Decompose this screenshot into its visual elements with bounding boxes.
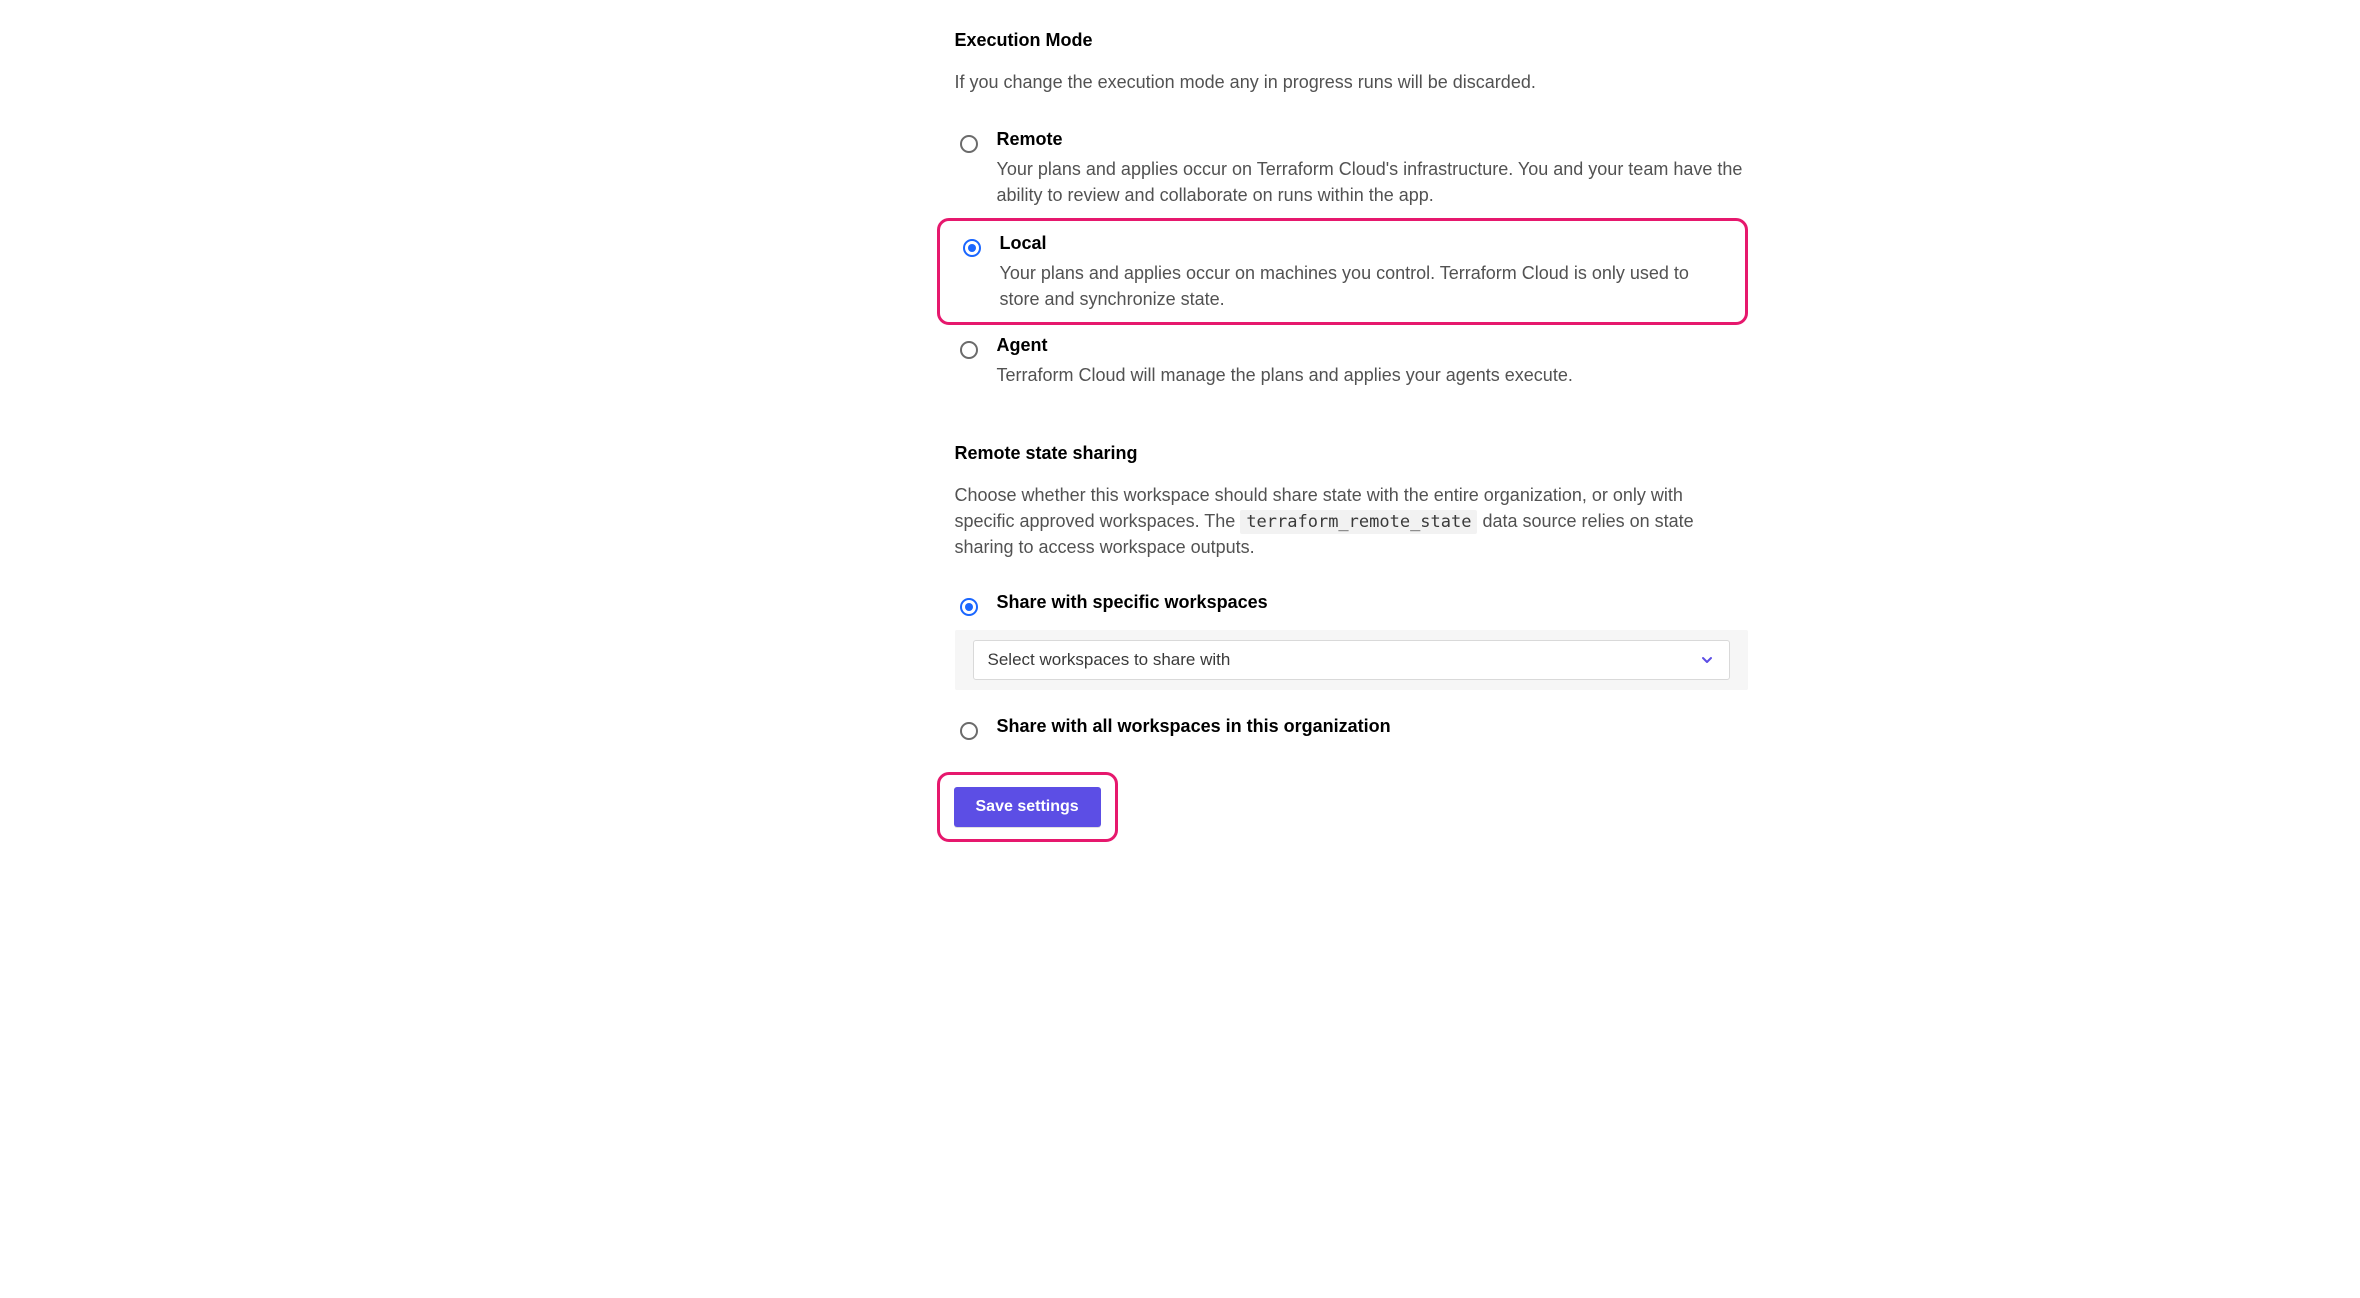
radio-share-specific[interactable] — [960, 598, 978, 616]
share-option-all[interactable]: Share with all workspaces in this organi… — [955, 708, 1748, 748]
radio-agent-label: Agent — [997, 335, 1748, 356]
workspace-share-dropdown[interactable]: Select workspaces to share with — [973, 640, 1730, 680]
radio-local[interactable] — [963, 239, 981, 257]
radio-share-all-label: Share with all workspaces in this organi… — [997, 716, 1748, 737]
remote-state-heading: Remote state sharing — [955, 443, 1748, 464]
execution-mode-heading: Execution Mode — [955, 30, 1748, 51]
execution-mode-desc: If you change the execution mode any in … — [955, 69, 1748, 95]
radio-agent[interactable] — [960, 341, 978, 359]
share-option-specific[interactable]: Share with specific workspaces — [955, 584, 1748, 624]
radio-share-all[interactable] — [960, 722, 978, 740]
remote-state-desc: Choose whether this workspace should sha… — [955, 482, 1748, 561]
save-settings-button[interactable]: Save settings — [954, 787, 1101, 827]
radio-agent-help: Terraform Cloud will manage the plans an… — [997, 362, 1748, 388]
execution-mode-option-agent[interactable]: Agent Terraform Cloud will manage the pl… — [955, 325, 1748, 398]
highlight-local-option: Local Your plans and applies occur on ma… — [937, 218, 1748, 325]
radio-remote-label: Remote — [997, 129, 1748, 150]
radio-local-help: Your plans and applies occur on machines… — [1000, 260, 1733, 312]
radio-remote[interactable] — [960, 135, 978, 153]
execution-mode-option-remote[interactable]: Remote Your plans and applies occur on T… — [955, 119, 1748, 218]
radio-local-label: Local — [1000, 233, 1733, 254]
radio-share-specific-label: Share with specific workspaces — [997, 592, 1748, 613]
share-specific-dropdown-panel: Select workspaces to share with — [955, 630, 1748, 690]
remote-state-code: terraform_remote_state — [1240, 510, 1477, 534]
chevron-down-icon — [1699, 652, 1715, 668]
highlight-save-button: Save settings — [937, 772, 1118, 842]
workspace-share-dropdown-placeholder: Select workspaces to share with — [988, 650, 1231, 670]
execution-mode-option-local[interactable]: Local Your plans and applies occur on ma… — [946, 229, 1733, 312]
radio-remote-help: Your plans and applies occur on Terrafor… — [997, 156, 1748, 208]
